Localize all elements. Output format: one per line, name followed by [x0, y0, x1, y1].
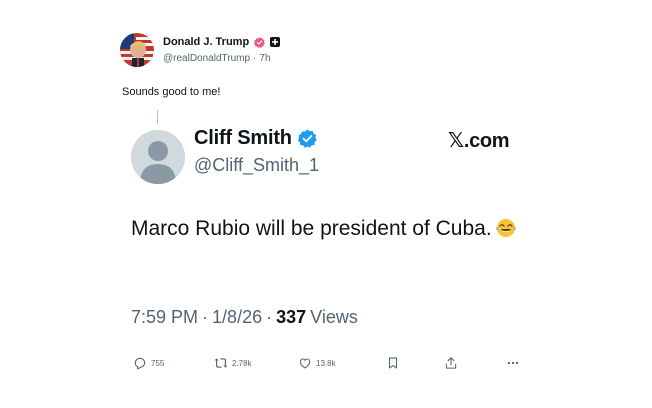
- verified-badge-icon: [254, 36, 266, 48]
- embedded-time: 7:59 PM: [131, 307, 199, 327]
- like-count: 13.8k: [316, 358, 336, 368]
- handle-separator: ·: [253, 53, 257, 64]
- reply-count: 755: [151, 358, 165, 368]
- embedded-views-label: Views: [310, 307, 358, 327]
- repost-button[interactable]: 2.78k: [214, 356, 252, 370]
- meta-separator: ·: [202, 307, 209, 327]
- embedded-meta: 7:59 PM · 1/8/26 · 337 Views: [131, 307, 358, 328]
- embedded-body: Marco Rubio will be president of Cuba.: [131, 214, 531, 244]
- repost-count: 2.78k: [232, 358, 252, 368]
- embedded-verified-icon: [297, 129, 317, 148]
- embedded-body-text: Marco Rubio will be president of Cuba.: [131, 217, 492, 240]
- author-name-row: Donald J. Trump: [163, 35, 281, 49]
- embedded-display-name: Cliff Smith: [194, 127, 292, 149]
- meta-separator: ·: [266, 307, 273, 327]
- reply-button[interactable]: 755: [133, 356, 164, 370]
- embedded-handle: @Cliff_Smith_1: [194, 155, 319, 175]
- post-action-bar: 755 2.78k 13.8k: [0, 356, 652, 374]
- embedded-name-row: Cliff Smith: [194, 127, 317, 150]
- x-com-label: 𝕏.com: [448, 130, 510, 152]
- bookmark-icon: [388, 357, 398, 369]
- bookmark-button[interactable]: [386, 356, 400, 370]
- affiliation-badge-icon: [270, 37, 281, 47]
- like-button[interactable]: 13.8k: [298, 356, 336, 370]
- author-display-name[interactable]: Donald J. Trump: [163, 36, 249, 48]
- post-view: Donald J. Trump @realDonaldTrump · 7h So…: [0, 0, 652, 408]
- share-button[interactable]: [444, 356, 458, 370]
- author-handle[interactable]: @realDonaldTrump: [163, 53, 250, 64]
- post-text: Sounds good to me!: [122, 86, 221, 98]
- thread-connector-line: [157, 110, 158, 124]
- post-time[interactable]: 7h: [259, 53, 270, 64]
- more-options-button[interactable]: [506, 356, 520, 370]
- repost-icon: [214, 358, 228, 368]
- face-with-tears-of-joy-icon: [495, 217, 517, 239]
- embedded-views-count: 337: [276, 307, 307, 327]
- embedded-date: 1/8/26: [212, 307, 263, 327]
- share-icon: [445, 357, 457, 369]
- more-dots-icon: [507, 361, 519, 365]
- author-handle-row: @realDonaldTrump · 7h: [163, 53, 271, 64]
- heart-icon: [299, 358, 311, 369]
- author-avatar[interactable]: [120, 33, 154, 67]
- embedded-default-avatar: [131, 130, 185, 184]
- reply-icon: [134, 357, 146, 370]
